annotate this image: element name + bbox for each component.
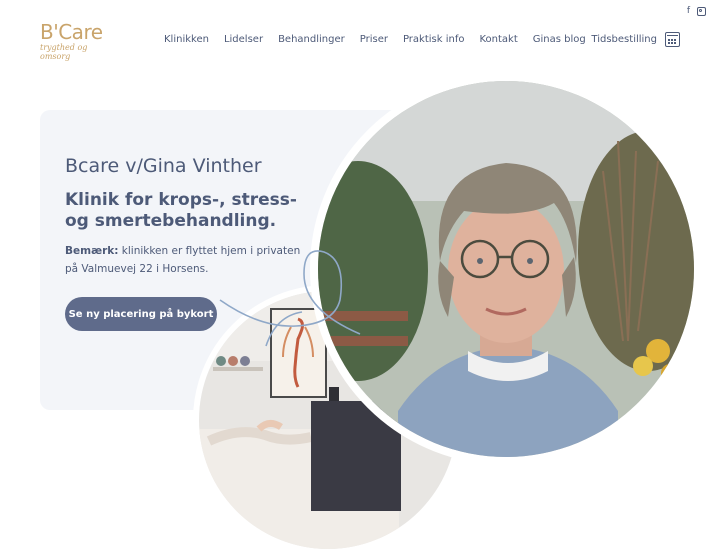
nav-item-kontakt[interactable]: Kontakt (479, 34, 517, 45)
logo-tagline: trygthed og omsorg (40, 43, 88, 61)
hero-title: Bcare v/Gina Vinther (65, 155, 262, 177)
hero-subtitle: Klinik for krops-, stress- og smertebeha… (65, 190, 297, 231)
logo-wordmark: B'Care (40, 20, 103, 44)
portrait-photo (310, 73, 702, 465)
nav-item-praktisk-info[interactable]: Praktisk info (403, 34, 465, 45)
portrait-illustration (318, 81, 694, 457)
instagram-icon[interactable] (697, 7, 706, 16)
nav-item-ginas-blog[interactable]: Ginas blog (533, 34, 586, 45)
hero-note: Bemærk: klinikken er flyttet hjem i priv… (65, 242, 315, 278)
calendar-icon (665, 32, 680, 47)
social-links: f (687, 6, 706, 16)
booking-link[interactable]: Tidsbestilling (591, 32, 680, 47)
nav-item-priser[interactable]: Priser (360, 34, 388, 45)
facebook-icon[interactable]: f (687, 6, 690, 16)
nav-item-lidelser[interactable]: Lidelser (224, 34, 263, 45)
nav-item-klinikken[interactable]: Klinikken (164, 34, 209, 45)
main-nav: Klinikken Lidelser Behandlinger Priser P… (164, 34, 586, 45)
note-label: Bemærk: (65, 245, 119, 257)
nav-item-behandlinger[interactable]: Behandlinger (278, 34, 345, 45)
booking-label: Tidsbestilling (591, 34, 657, 45)
map-location-button[interactable]: Se ny placering på bykort (65, 297, 217, 331)
logo[interactable]: B'Care trygthed og omsorg (40, 22, 120, 61)
